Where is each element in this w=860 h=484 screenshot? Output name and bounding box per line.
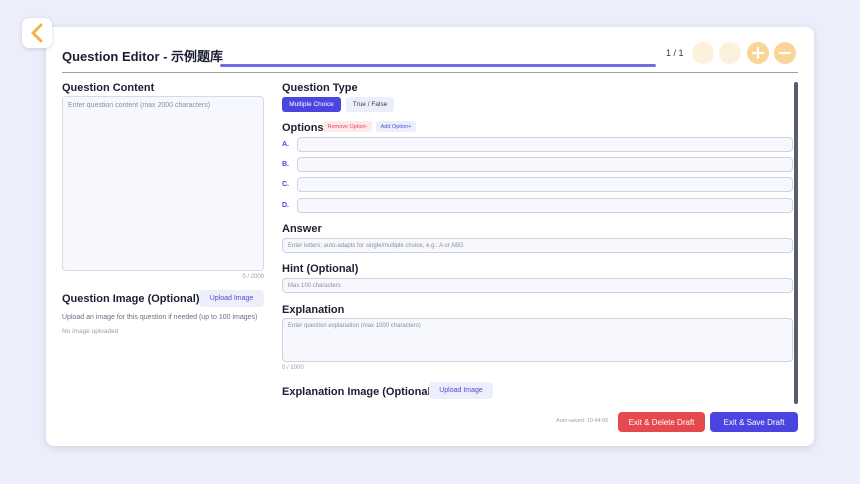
add-question-button[interactable] [747,42,769,64]
question-content-input[interactable]: Enter question content (max 2000 charact… [62,96,264,271]
hint-input[interactable]: Max 100 characters [282,278,793,293]
option-input-c[interactable] [297,177,793,192]
no-image-text: No image uploaded [62,328,119,335]
question-counter: 1 / 1 [666,48,684,58]
explanation-label: Explanation [282,304,345,316]
option-letter-b: B. [282,161,289,168]
type-true-false[interactable]: True / False [346,97,394,112]
answer-placeholder: Enter letters; auto-adapts for single/mu… [288,242,464,249]
hint-placeholder: Max 100 characters [288,282,341,289]
upload-explanation-image-button[interactable]: Upload Image [429,382,493,399]
content-label: Question Content [62,82,155,94]
option-letter-a: A. [282,141,289,148]
exit-save-draft-button[interactable]: Exit & Save Draft [710,412,798,432]
autosave-status: Auto-saved: 10:44:06 [556,418,609,424]
question-image-label: Question Image (Optional) [62,293,200,305]
editor-header: Question Editor - 示例题库 1 / 1 [62,41,798,71]
right-scrollbar[interactable] [794,82,798,404]
options-label: Options [282,122,324,134]
explanation-image-label: Explanation Image (Optional) [282,386,435,398]
add-option-button[interactable]: Add Option+ [376,121,416,132]
image-helper-text: Upload an image for this question if nee… [62,314,258,321]
explanation-char-count: 0 / 1000 [282,365,304,371]
content-placeholder: Enter question content (max 2000 charact… [68,102,211,109]
upload-question-image-button[interactable]: Upload Image [199,290,264,307]
explanation-placeholder: Enter question explanation (max 1000 cha… [288,323,421,329]
chevron-left-icon [31,23,43,43]
content-char-count: 0 / 2000 [242,274,264,280]
next-question-button[interactable] [719,42,741,64]
delete-question-button[interactable] [774,42,796,64]
answer-input[interactable]: Enter letters; auto-adapts for single/mu… [282,238,793,253]
hint-label: Hint (Optional) [282,263,359,275]
question-type-label: Question Type [282,82,358,94]
explanation-input[interactable]: Enter question explanation (max 1000 cha… [282,318,793,362]
page-title: Question Editor - 示例题库 [62,49,224,64]
progress-bar [220,64,656,67]
option-input-a[interactable] [297,137,793,152]
option-input-b[interactable] [297,157,793,172]
right-column: Question Type Multiple Choice True / Fal… [282,82,798,404]
header-divider [62,72,798,73]
exit-delete-draft-button[interactable]: Exit & Delete Draft [618,412,705,432]
prev-question-button[interactable] [692,42,714,64]
minus-icon [779,51,791,55]
progress-fill [220,64,656,67]
option-letter-c: C. [282,181,289,188]
option-letter-d: D. [282,202,289,209]
answer-label: Answer [282,223,322,235]
type-multiple-choice[interactable]: Multiple Choice [282,97,341,112]
scroll-thumb[interactable] [794,82,798,404]
plus-icon [752,47,764,59]
editor-card: Question Editor - 示例题库 1 / 1 Question Co… [46,27,814,446]
back-button[interactable] [22,18,52,48]
remove-option-button[interactable]: Remove Option- [323,121,372,132]
option-input-d[interactable] [297,198,793,213]
